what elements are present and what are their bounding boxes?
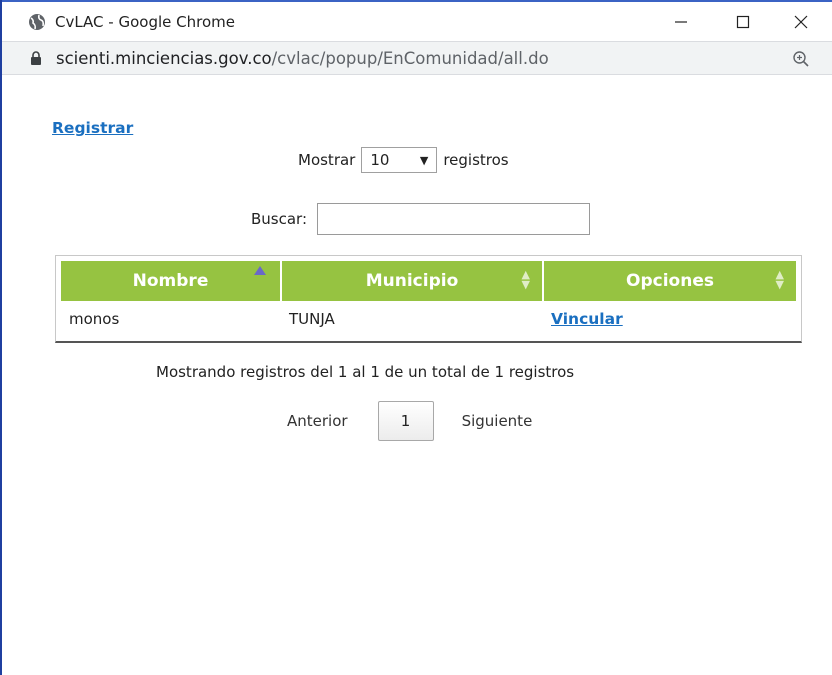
maximize-icon xyxy=(736,15,750,28)
records-per-page-select[interactable]: 10 ▼ xyxy=(361,147,438,173)
sort-both-icon: ▲ ▼ xyxy=(775,268,784,291)
results-table-container: Nombre Municipio ▲ ▼ Opciones ▲ ▼ monos … xyxy=(55,255,802,343)
table-info: Mostrando registros del 1 al 1 de un tot… xyxy=(156,363,575,381)
page-button-1[interactable]: 1 xyxy=(377,401,434,441)
browser-window: CvLAC - Google Chrome scienti.minciencia… xyxy=(0,0,832,675)
search-input[interactable] xyxy=(317,203,591,235)
close-icon xyxy=(794,15,808,28)
length-suffix: registros xyxy=(443,151,509,169)
vincular-link[interactable]: Vincular xyxy=(551,310,623,328)
cell-opciones: Vincular xyxy=(543,301,796,337)
registrar-link[interactable]: Registrar xyxy=(52,119,133,137)
url-domain: scienti.minciencias.gov.co xyxy=(56,48,272,68)
minimize-button[interactable] xyxy=(658,2,704,41)
sort-both-icon: ▲ ▼ xyxy=(521,268,530,291)
lock-icon xyxy=(31,50,41,65)
header-label: Nombre xyxy=(132,271,209,291)
select-value: 10 xyxy=(370,151,390,169)
search-label: Buscar: xyxy=(251,210,308,228)
pagination: Anterior 1 Siguiente xyxy=(287,401,532,441)
header-label: Opciones xyxy=(626,271,714,291)
cell-municipio: TUNJA xyxy=(289,310,335,328)
address-bar[interactable]: scienti.minciencias.gov.co/cvlac/popup/E… xyxy=(2,41,832,75)
url-path: /cvlac/popup/EnComunidad/all.do xyxy=(271,48,549,68)
zoom-icon[interactable] xyxy=(792,50,810,68)
column-header-nombre[interactable]: Nombre xyxy=(61,261,282,301)
table-header-row: Nombre Municipio ▲ ▼ Opciones ▲ ▼ xyxy=(61,261,796,301)
window-title: CvLAC - Google Chrome xyxy=(55,12,235,31)
close-button[interactable] xyxy=(778,2,824,41)
title-bar: CvLAC - Google Chrome xyxy=(2,2,832,41)
minimize-icon xyxy=(675,20,687,23)
records-per-page: Mostrar 10 ▼ registros xyxy=(298,147,509,173)
maximize-button[interactable] xyxy=(720,2,766,41)
dropdown-arrow-icon: ▼ xyxy=(419,153,429,167)
cell-nombre: monos xyxy=(69,310,120,328)
column-header-opciones[interactable]: Opciones ▲ ▼ xyxy=(543,261,796,301)
header-label: Municipio xyxy=(365,271,459,291)
sort-ascending-icon xyxy=(254,266,266,275)
column-header-municipio[interactable]: Municipio ▲ ▼ xyxy=(281,261,544,301)
table-row: monos TUNJA Vincular xyxy=(61,301,796,337)
search-box: Buscar: xyxy=(251,203,591,235)
window-border-left xyxy=(0,0,2,675)
previous-button[interactable]: Anterior xyxy=(287,412,348,430)
page-content: Registrar Mostrar 10 ▼ registros Buscar:… xyxy=(2,75,832,675)
chrome-globe-icon xyxy=(29,13,45,30)
next-button[interactable]: Siguiente xyxy=(462,412,533,430)
length-prefix: Mostrar xyxy=(298,151,356,169)
results-table: Nombre Municipio ▲ ▼ Opciones ▲ ▼ monos … xyxy=(61,261,796,337)
url-text[interactable]: scienti.minciencias.gov.co/cvlac/popup/E… xyxy=(56,49,549,68)
